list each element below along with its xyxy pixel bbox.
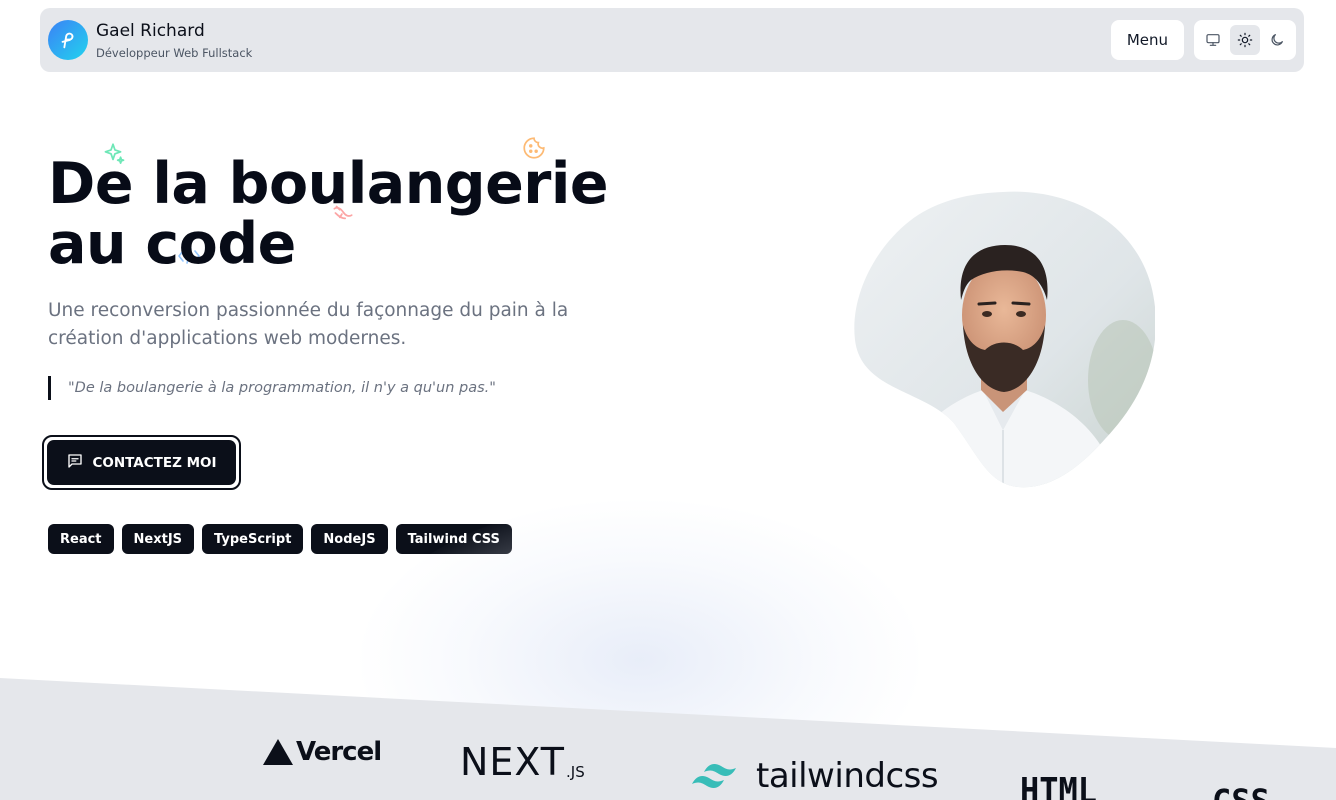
profile-photo [853, 190, 1156, 490]
sun-icon[interactable] [1230, 25, 1260, 55]
hero-subtitle: Une reconversion passionnée du façonnage… [48, 300, 569, 349]
tag-nextjs: NextJS [121, 524, 195, 554]
monitor-icon[interactable] [1198, 25, 1228, 55]
brand-name: Gael Richard [96, 20, 205, 41]
contact-button[interactable]: CONTACTEZ MOI [42, 435, 241, 490]
vercel-triangle-icon [263, 739, 293, 765]
logo-icon [48, 20, 88, 60]
tag-react: React [48, 524, 114, 554]
hero-quote: "De la boulangerie à la programmation, i… [48, 376, 496, 400]
theme-switcher [1194, 20, 1296, 60]
moon-icon[interactable] [1262, 25, 1292, 55]
tailwind-logo: tailwindcss [690, 756, 939, 796]
tailwind-wave-icon [692, 764, 736, 788]
menu-button[interactable]: Menu [1110, 20, 1184, 60]
css-logo: CSS [1212, 782, 1270, 800]
nextjs-logo: NEXT .JS [460, 740, 585, 784]
hero-title: De la boulangerie au code [48, 151, 609, 277]
message-icon [66, 452, 84, 474]
tag-typescript: TypeScript [202, 524, 304, 554]
tag-nodejs: NodeJS [311, 524, 388, 554]
contact-button-label: CONTACTEZ MOI [92, 454, 217, 471]
site-header: Gael Richard Développeur Web Fullstack M… [40, 8, 1304, 72]
brand[interactable]: Gael Richard Développeur Web Fullstack [48, 20, 252, 61]
vercel-logo: Vercel [262, 737, 382, 767]
brand-subtitle: Développeur Web Fullstack [96, 45, 253, 60]
html-logo: HTML [1020, 770, 1098, 800]
